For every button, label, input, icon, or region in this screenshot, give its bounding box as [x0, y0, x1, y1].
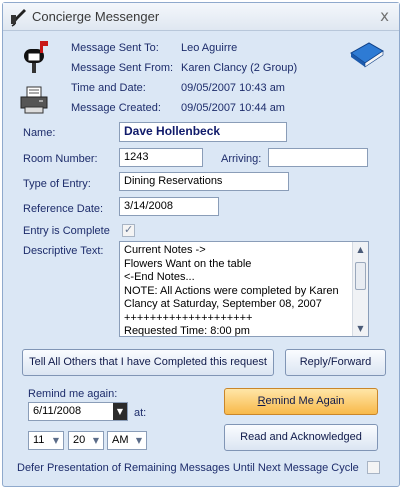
remind-me-again-label: emind Me Again — [265, 395, 345, 407]
title-bar: Concierge Messenger x — [3, 3, 399, 31]
remind-me-again-mnemonic: R — [257, 395, 266, 407]
name-field[interactable]: Dave Hollenbeck — [119, 122, 287, 142]
hour-dropdown-icon[interactable]: ▼ — [49, 432, 63, 449]
entry-complete-label: Entry is Complete — [23, 225, 110, 237]
close-button[interactable]: x — [380, 7, 389, 25]
descriptive-text-line: Requested Time: 8:00 pm — [124, 325, 250, 337]
time-date-value: 09/05/2007 10:43 am — [181, 82, 285, 94]
time-date-label: Time and Date: — [71, 82, 146, 94]
book-icon[interactable] — [349, 41, 385, 69]
remind-me-again-button[interactable]: Remind Me Again — [224, 388, 378, 415]
reference-date-label: Reference Date: — [23, 203, 104, 215]
descriptive-text-line: Flowers Want on the table — [124, 257, 252, 270]
ampm-dropdown-icon[interactable]: ▼ — [132, 432, 146, 449]
defer-label: Defer Presentation of Remaining Messages… — [17, 462, 359, 474]
reply-forward-button[interactable]: Reply/Forward — [285, 349, 386, 376]
arriving-field[interactable] — [268, 148, 368, 167]
scroll-up-icon[interactable]: ▲ — [353, 242, 368, 257]
window-title: Concierge Messenger — [32, 9, 160, 24]
minute-select[interactable]: 20 ▼ — [68, 431, 104, 450]
concierge-messenger-window: Concierge Messenger x Message Sent To: L… — [2, 2, 400, 487]
descriptive-text-line: NOTE: All Actions were completed by Kare… — [124, 284, 339, 297]
descriptive-text-area[interactable]: Current Notes -> Flowers Want on the tabl… — [119, 241, 369, 337]
defer-checkbox[interactable] — [367, 461, 380, 474]
descriptive-text-line: ++++++++++++++++++++ — [124, 311, 253, 324]
entry-complete-checkbox[interactable]: ✓ — [122, 223, 135, 237]
scroll-down-icon[interactable]: ▼ — [353, 321, 368, 336]
room-number-label: Room Number: — [23, 153, 98, 165]
tell-others-button[interactable]: Tell All Others that I have Completed th… — [22, 349, 274, 376]
printer-icon — [20, 86, 48, 114]
minute-dropdown-icon[interactable]: ▼ — [89, 432, 103, 449]
mailbox-icon — [24, 41, 48, 73]
sent-to-label: Message Sent To: — [71, 42, 159, 54]
room-number-field[interactable]: 1243 — [119, 148, 203, 167]
remind-label: Remind me again: — [28, 388, 118, 400]
entry-type-field[interactable]: Dining Reservations — [119, 172, 289, 191]
ampm-select[interactable]: AM ▼ — [107, 431, 147, 450]
message-created-label: Message Created: — [71, 102, 161, 114]
hour-value: 11 — [33, 434, 45, 446]
sent-from-value: Karen Clancy (2 Group) — [181, 62, 298, 74]
calendar-dropdown-icon[interactable]: ▼ — [113, 403, 127, 420]
hour-select[interactable]: 11 ▼ — [28, 431, 64, 450]
checkmark-icon: ✓ — [124, 223, 134, 236]
descriptive-text-scrollbar[interactable]: ▲ ▼ — [352, 242, 368, 336]
name-label: Name: — [23, 127, 56, 139]
arriving-label: Arriving: — [221, 153, 262, 165]
remind-date-picker[interactable]: 6/11/2008 ▼ — [28, 402, 128, 421]
descriptive-text-line: Clancy at Saturday, September 08, 2007 — [124, 298, 322, 310]
entry-type-label: Type of Entry: — [23, 178, 91, 190]
quill-icon — [11, 9, 26, 27]
descriptive-text-line: Current Notes -> — [124, 244, 206, 256]
sent-from-label: Message Sent From: — [71, 62, 174, 74]
read-acknowledged-button[interactable]: Read and Acknowledged — [224, 424, 378, 451]
descriptive-text-label: Descriptive Text: — [23, 245, 104, 257]
scroll-thumb[interactable] — [355, 262, 366, 290]
remind-date-value: 6/11/2008 — [33, 405, 82, 417]
descriptive-text-line: <-End Notes... — [124, 271, 195, 283]
descriptive-text-content: Current Notes -> Flowers Want on the tabl… — [124, 244, 348, 337]
message-created-value: 09/05/2007 10:44 am — [181, 102, 285, 114]
sent-to-value: Leo Aguirre — [181, 42, 238, 54]
ampm-value: AM — [112, 434, 129, 446]
minute-value: 20 — [73, 434, 86, 446]
reference-date-field[interactable]: 3/14/2008 — [119, 197, 219, 216]
at-label: at: — [134, 407, 147, 419]
